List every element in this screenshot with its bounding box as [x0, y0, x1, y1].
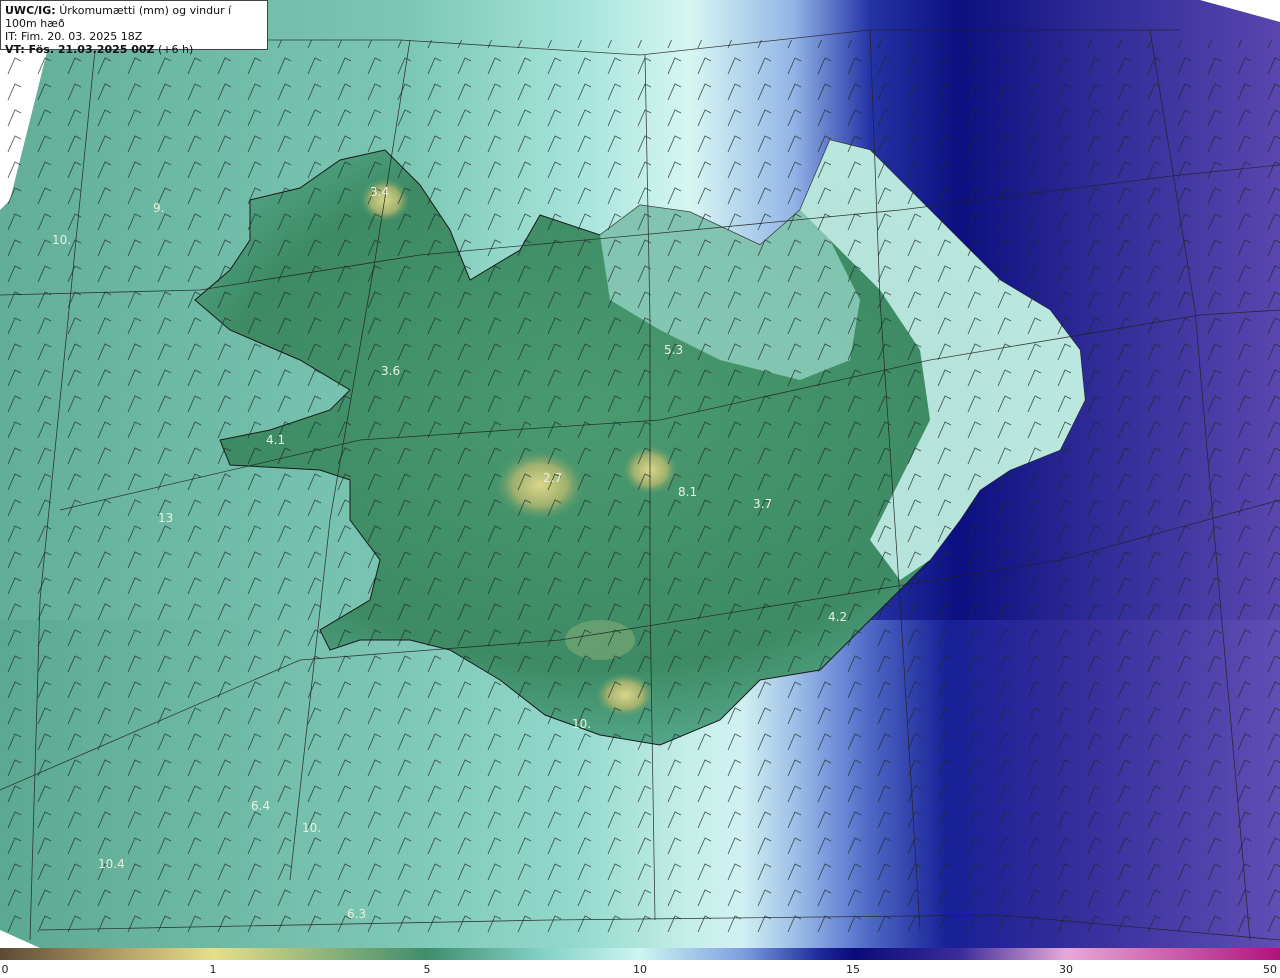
value-label: 3.6 — [381, 364, 400, 378]
colorbar — [0, 948, 1280, 960]
value-label: 10.4 — [98, 857, 125, 871]
value-label: 10. — [572, 717, 591, 731]
valid-line: VT: Fös. 21.03.2025 00Z (+6 h) — [5, 43, 263, 56]
title-line: UWC/IG: Úrkomumætti (mm) og vindur í 100… — [5, 4, 263, 30]
value-label: 6.4 — [251, 799, 270, 813]
value-label: 4.1 — [266, 433, 285, 447]
value-label: 8.1 — [678, 485, 697, 499]
value-label: 4.2 — [828, 610, 847, 624]
value-label: 3.7 — [753, 497, 772, 511]
value-label: 13 — [158, 511, 173, 525]
value-label: 5.3 — [664, 343, 683, 357]
colorbar-tick: 30 — [1059, 963, 1073, 976]
value-label: 10. — [302, 821, 321, 835]
colorbar-tick: 50 — [1263, 963, 1277, 976]
colorbar-tick: 15 — [846, 963, 860, 976]
colorbar-ticks: 0 1 5 10 15 30 50 — [0, 960, 1280, 978]
precipitable-water-map: 3.4 3.6 4.1 5.3 2.7 8.1 3.7 4.2 6.4 10. … — [0, 0, 1280, 948]
colorbar-tick: 0 — [1, 963, 9, 976]
value-label: 2.7 — [543, 471, 562, 485]
colorbar-tick: 1 — [209, 963, 217, 976]
lead-time: (+6 h) — [158, 43, 194, 56]
value-label: 3.4 — [370, 185, 389, 199]
valid-time: VT: Fös. 21.03.2025 00Z — [5, 43, 155, 56]
map-title-box: UWC/IG: Úrkomumætti (mm) og vindur í 100… — [0, 0, 268, 56]
value-label: 10. — [52, 233, 71, 247]
colorbar-tick: 5 — [423, 963, 431, 976]
init-time: IT: Fim. 20. 03. 2025 18Z — [5, 30, 143, 43]
value-label: 9. — [153, 201, 164, 215]
model-name: UWC/IG: — [5, 4, 56, 17]
colorbar-gradient — [0, 948, 1280, 960]
colorbar-tick: 10 — [633, 963, 647, 976]
value-label: 6.3 — [347, 907, 366, 921]
wind-barbs — [0, 40, 1280, 940]
